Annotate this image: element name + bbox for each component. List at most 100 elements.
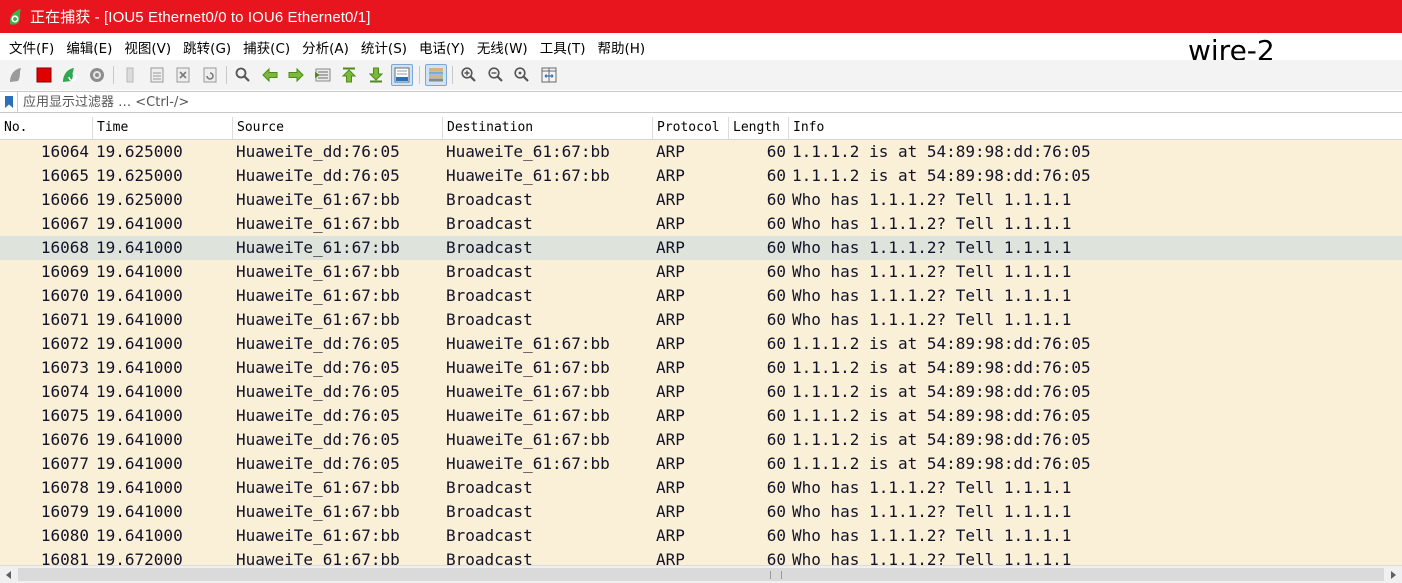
- menu-view[interactable]: 视图(V): [119, 37, 176, 57]
- packet-row[interactable]: 16078 19.641000 HuaweiTe_61:67:bb Broadcast…: [0, 476, 1402, 500]
- cell-destination: Broadcast: [446, 478, 533, 497]
- packet-row[interactable]: 16081 19.672000 HuaweiTe_61:67:bb Broadcast…: [0, 548, 1402, 565]
- scrollbar-thumb[interactable]: [18, 568, 1384, 581]
- packet-row[interactable]: 16064 19.625000 HuaweiTe_dd:76:05 HuaweiTe_…: [0, 140, 1402, 164]
- cell-length: 60: [766, 214, 786, 233]
- find-packet-button[interactable]: [232, 64, 254, 86]
- cell-time: 19.625000: [96, 142, 183, 161]
- column-header-source[interactable]: Source: [233, 117, 443, 139]
- packet-row[interactable]: 16079 19.641000 HuaweiTe_61:67:bb Broadcast…: [0, 500, 1402, 524]
- column-header-protocol[interactable]: Protocol: [653, 117, 729, 139]
- go-first-icon: [341, 67, 357, 83]
- packet-row[interactable]: 16073 19.641000 HuaweiTe_dd:76:05 HuaweiTe_…: [0, 356, 1402, 380]
- scroll-right-arrow-icon[interactable]: [1384, 566, 1402, 583]
- restart-capture-button[interactable]: [59, 64, 81, 86]
- save-file-button[interactable]: [146, 64, 168, 86]
- packet-row[interactable]: 16070 19.641000 HuaweiTe_61:67:bb Broadcast…: [0, 284, 1402, 308]
- menu-statistics[interactable]: 统计(S): [356, 37, 412, 57]
- menu-file[interactable]: 文件(F): [4, 37, 59, 57]
- menu-tools[interactable]: 工具(T): [535, 37, 591, 57]
- cell-destination: HuaweiTe_61:67:bb: [446, 406, 610, 425]
- cell-protocol: ARP: [656, 142, 685, 161]
- cell-time: 19.641000: [96, 358, 183, 377]
- go-forward-icon: [288, 67, 304, 83]
- column-header-no[interactable]: No.: [0, 117, 93, 139]
- cell-info: Who has 1.1.1.2? Tell 1.1.1.1: [792, 478, 1072, 497]
- toolbar-separator: [418, 66, 420, 84]
- menu-analyze[interactable]: 分析(A): [297, 37, 354, 57]
- cell-length: 60: [766, 502, 786, 521]
- cell-time: 19.625000: [96, 166, 183, 185]
- cell-destination: Broadcast: [446, 190, 533, 209]
- packet-row[interactable]: 16080 19.641000 HuaweiTe_61:67:bb Broadcast…: [0, 524, 1402, 548]
- go-last-button[interactable]: [365, 64, 387, 86]
- start-capture-icon: [10, 68, 21, 82]
- toolbar-separator: [226, 66, 227, 84]
- zoom-out-button[interactable]: [485, 64, 507, 86]
- close-file-button[interactable]: [172, 64, 194, 86]
- packet-row[interactable]: 16065 19.625000 HuaweiTe_dd:76:05 HuaweiTe_…: [0, 164, 1402, 188]
- menu-capture[interactable]: 捕获(C): [238, 37, 295, 57]
- go-forward-button[interactable]: [285, 64, 307, 86]
- packet-list[interactable]: 16064 19.625000 HuaweiTe_dd:76:05 HuaweiTe_…: [0, 140, 1402, 565]
- menu-edit[interactable]: 编辑(E): [61, 37, 117, 57]
- menu-help[interactable]: 帮助(H): [592, 37, 650, 57]
- packet-row[interactable]: 16077 19.641000 HuaweiTe_dd:76:05 HuaweiTe_…: [0, 452, 1402, 476]
- menu-go[interactable]: 跳转(G): [178, 37, 236, 57]
- cell-destination: Broadcast: [446, 526, 533, 545]
- packet-row[interactable]: 16071 19.641000 HuaweiTe_61:67:bb Broadcast…: [0, 308, 1402, 332]
- column-header-destination[interactable]: Destination: [443, 117, 653, 139]
- column-header-time[interactable]: Time: [93, 117, 233, 139]
- column-header-length[interactable]: Length: [729, 117, 789, 139]
- cell-time: 19.641000: [96, 406, 183, 425]
- zoom-out-icon: [487, 67, 503, 82]
- stop-capture-button[interactable]: [33, 64, 55, 86]
- packet-row[interactable]: 16074 19.641000 HuaweiTe_dd:76:05 HuaweiTe_…: [0, 380, 1402, 404]
- cell-info: Who has 1.1.1.2? Tell 1.1.1.1: [792, 262, 1072, 281]
- display-filter-input[interactable]: [18, 92, 1402, 112]
- zoom-normal-icon: [514, 67, 529, 82]
- packet-row[interactable]: 16069 19.641000 HuaweiTe_61:67:bb Broadcast…: [0, 260, 1402, 284]
- packet-row[interactable]: 16075 19.641000 HuaweiTe_dd:76:05 HuaweiTe_…: [0, 404, 1402, 428]
- zoom-in-button[interactable]: [458, 64, 480, 86]
- packet-row[interactable]: 16072 19.641000 HuaweiTe_dd:76:05 HuaweiTe_…: [0, 332, 1402, 356]
- cell-no: 16079: [40, 502, 89, 521]
- cell-length: 60: [766, 286, 786, 305]
- packet-row[interactable]: 16067 19.641000 HuaweiTe_61:67:bb Broadcast…: [0, 212, 1402, 236]
- cell-source: HuaweiTe_61:67:bb: [236, 310, 400, 329]
- close-file-icon: [176, 67, 190, 83]
- go-back-icon: [261, 67, 277, 83]
- filter-bookmark-button[interactable]: [0, 92, 18, 112]
- menu-wireless[interactable]: 无线(W): [472, 37, 533, 57]
- go-first-button[interactable]: [338, 64, 360, 86]
- scroll-left-arrow-icon[interactable]: [0, 566, 18, 583]
- packet-row[interactable]: 16068 19.641000 HuaweiTe_61:67:bb Broadcast…: [0, 236, 1402, 260]
- packet-row[interactable]: 16066 19.625000 HuaweiTe_61:67:bb Broadcast…: [0, 188, 1402, 212]
- cell-source: HuaweiTe_61:67:bb: [236, 550, 400, 565]
- capture-options-button[interactable]: [86, 64, 108, 86]
- cell-source: HuaweiTe_dd:76:05: [236, 454, 400, 473]
- colorize-button[interactable]: [424, 64, 447, 86]
- cell-length: 60: [766, 334, 786, 353]
- cell-time: 19.641000: [96, 286, 183, 305]
- cell-no: 16078: [40, 478, 89, 497]
- open-file-button[interactable]: [119, 64, 141, 86]
- cell-no: 16068: [40, 238, 89, 257]
- cell-source: HuaweiTe_61:67:bb: [236, 502, 400, 521]
- resize-columns-button[interactable]: [538, 64, 560, 86]
- cell-no: 16065: [40, 166, 89, 185]
- reload-file-button[interactable]: [199, 64, 221, 86]
- horizontal-scrollbar[interactable]: [0, 565, 1402, 583]
- zoom-normal-button[interactable]: [511, 64, 533, 86]
- cell-source: HuaweiTe_dd:76:05: [236, 406, 400, 425]
- go-back-button[interactable]: [259, 64, 281, 86]
- autoscroll-button[interactable]: [391, 64, 413, 86]
- packet-row[interactable]: 16076 19.641000 HuaweiTe_dd:76:05 HuaweiTe_…: [0, 428, 1402, 452]
- cell-length: 60: [766, 310, 786, 329]
- cell-length: 60: [766, 382, 786, 401]
- menu-telephony[interactable]: 电话(Y): [414, 37, 470, 57]
- start-capture-button[interactable]: [6, 64, 28, 86]
- capture-options-icon: [89, 68, 104, 82]
- column-header-info[interactable]: Info: [789, 117, 1402, 139]
- go-to-packet-button[interactable]: [312, 64, 334, 86]
